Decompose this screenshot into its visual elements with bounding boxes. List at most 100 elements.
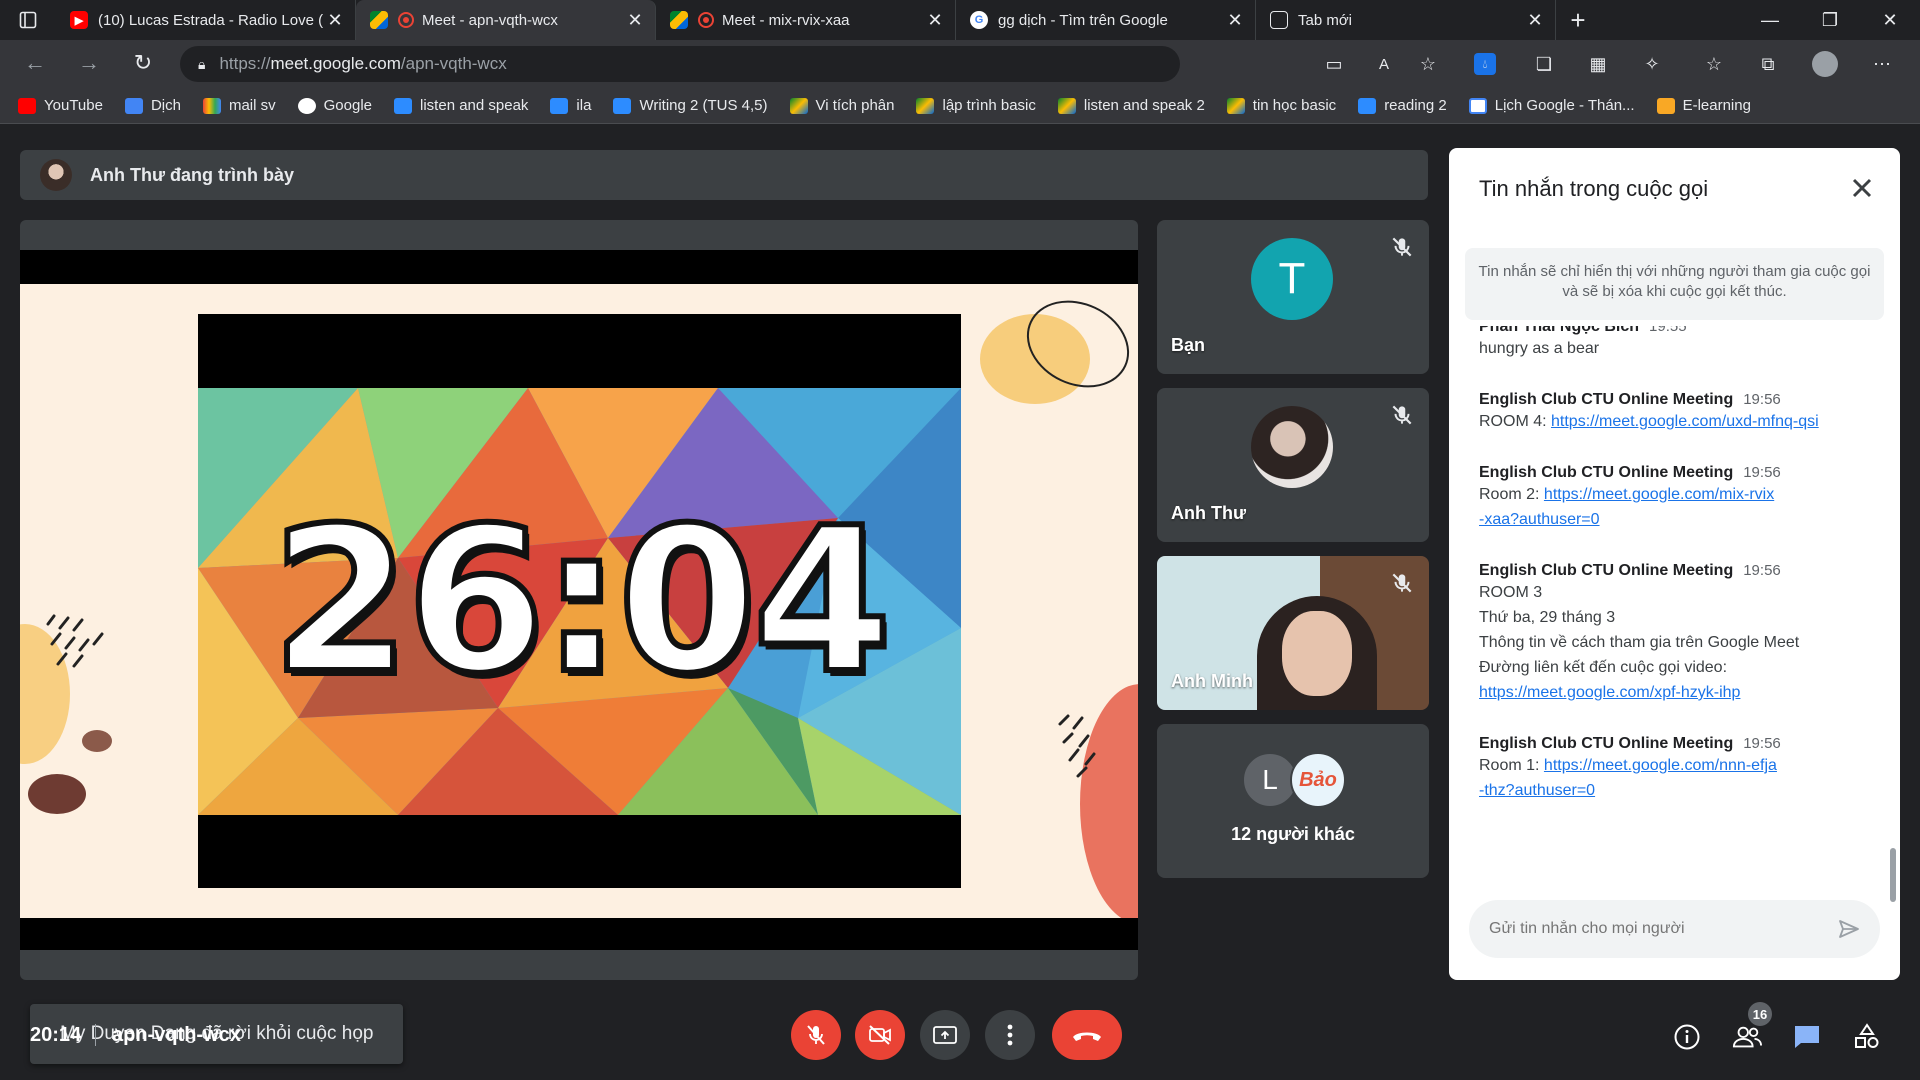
participant-name: Anh Minh: [1171, 671, 1253, 691]
close-tab-icon[interactable]: ✕: [1525, 10, 1545, 31]
extension-table-icon[interactable]: ▦: [1584, 50, 1612, 78]
camera-permission-icon[interactable]: ▭: [1320, 50, 1348, 78]
extension-drop-icon[interactable]: 💧︎: [1474, 53, 1496, 75]
lock-icon[interactable]: 🔒︎: [198, 56, 205, 73]
message-sender: English Club CTU Online Meeting: [1479, 391, 1734, 408]
reload-icon[interactable]: ↻: [116, 50, 170, 76]
new-tab-button[interactable]: +: [1556, 5, 1600, 36]
tab-google-search[interactable]: G gg dịch - Tìm trên Google ✕: [956, 0, 1256, 40]
translate-icon: [124, 97, 143, 114]
mic-off-icon: [1392, 573, 1412, 593]
bookmark-reading-2[interactable]: reading 2: [1358, 97, 1447, 114]
tab-actions-menu-icon[interactable]: [0, 0, 56, 40]
tab-new[interactable]: Tab mới ✕: [1256, 0, 1556, 40]
more-options-button[interactable]: [985, 1010, 1035, 1060]
bookmark-listen-speak[interactable]: listen and speak: [394, 97, 528, 114]
presentation-stage[interactable]: 26:04: [20, 220, 1138, 980]
favorites-icon[interactable]: ☆: [1700, 50, 1728, 78]
participant-tile-anh-minh[interactable]: Anh Minh: [1157, 556, 1429, 710]
tab-meet-mix[interactable]: Meet - mix-rvix-xaa ✕: [656, 0, 956, 40]
bookmark-listen-speak-2[interactable]: listen and speak 2: [1057, 97, 1205, 114]
favorite-star-icon[interactable]: ☆: [1414, 50, 1442, 78]
bookmark-mail-sv[interactable]: mail sv: [202, 97, 276, 114]
toggle-mic-button[interactable]: [791, 1010, 841, 1060]
bookmark-vi-tich-phan[interactable]: Vi tích phân: [789, 97, 895, 114]
others-tile[interactable]: L Bảo 12 người khác: [1157, 724, 1429, 878]
meet-icon: [1226, 97, 1245, 114]
close-tab-icon[interactable]: ✕: [325, 10, 345, 31]
read-aloud-icon[interactable]: A: [1370, 50, 1398, 78]
more-menu-icon[interactable]: ⋯: [1868, 50, 1896, 78]
message-link[interactable]: https://meet.google.com/uxd-mfnq-qsi: [1551, 413, 1819, 430]
close-icon[interactable]: [1846, 172, 1878, 204]
bookmark-e-learning[interactable]: E-learning: [1656, 97, 1751, 114]
url-path: /apn-vqth-wcx: [400, 54, 507, 73]
minimize-icon[interactable]: —: [1740, 0, 1800, 40]
decor-brown-blob: [28, 774, 86, 814]
activities-icon[interactable]: [1852, 1022, 1882, 1052]
zoom-icon: [394, 97, 413, 114]
bookmark-writing-2[interactable]: Writing 2 (TUS 4,5): [613, 97, 768, 114]
google-icon: [297, 97, 316, 114]
participant-tile-you[interactable]: T Bạn: [1157, 220, 1429, 374]
collections-icon[interactable]: ⧉: [1754, 50, 1782, 78]
gmail-icon: [202, 97, 221, 114]
zoom-icon: [613, 97, 632, 114]
bookmark-youtube[interactable]: YouTube: [18, 97, 103, 114]
extension-copy-icon[interactable]: ❏: [1530, 50, 1558, 78]
send-icon[interactable]: [1836, 917, 1862, 941]
participant-tile-anh-thu[interactable]: Anh Thư: [1157, 388, 1429, 542]
meet-icon: [670, 11, 688, 29]
hang-up-icon: [1073, 1032, 1101, 1041]
tab-meet-apn[interactable]: Meet - apn-vqth-wcx ✕: [356, 0, 656, 40]
meet-icon: [370, 11, 388, 29]
present-screen-button[interactable]: [920, 1010, 970, 1060]
chat-input-box[interactable]: [1469, 900, 1880, 958]
close-window-icon[interactable]: ✕: [1860, 0, 1920, 40]
bookmark-google[interactable]: Google: [297, 97, 372, 114]
bookmark-google-calendar[interactable]: Lịch Google - Thán...: [1468, 97, 1635, 114]
forward-icon[interactable]: →: [62, 50, 116, 76]
tab-youtube[interactable]: ▶ (10) Lucas Estrada - Radio Love ( ✕: [56, 0, 356, 40]
chat-icon[interactable]: [1792, 1022, 1822, 1052]
decor-brown-dot: [82, 730, 112, 752]
back-icon[interactable]: ←: [8, 50, 62, 76]
others-avatars: L Bảo: [1242, 752, 1346, 808]
zoom-icon: [1358, 97, 1377, 114]
message-text: hungry as a bear: [1479, 340, 1600, 357]
close-tab-icon[interactable]: ✕: [1225, 10, 1245, 31]
bookmark-ila[interactable]: ila: [550, 97, 591, 114]
chat-info-notice: Tin nhắn sẽ chỉ hiển thị với những người…: [1465, 248, 1884, 320]
participant-avatar: Bảo: [1290, 752, 1346, 808]
bookmark-dich[interactable]: Dịch: [124, 97, 181, 114]
restore-icon[interactable]: ❐: [1800, 0, 1860, 40]
meeting-details-icon[interactable]: [1672, 1022, 1702, 1052]
extensions-icon[interactable]: ✧: [1638, 50, 1666, 78]
url-scheme: https://: [219, 54, 271, 73]
mic-off-icon: [1392, 405, 1412, 425]
close-tab-icon[interactable]: ✕: [625, 10, 645, 31]
url-bar[interactable]: 🔒︎ https://meet.google.com/apn-vqth-wcx: [180, 46, 1180, 82]
bookmark-lap-trinh-basic[interactable]: lập trình basic: [916, 97, 1036, 114]
divider: [95, 1024, 96, 1046]
chat-scrollbar[interactable]: [1890, 848, 1896, 902]
chat-message-input[interactable]: [1489, 920, 1829, 938]
bookmark-label: Vi tích phân: [815, 97, 895, 114]
meet-icon: [789, 97, 808, 114]
people-icon[interactable]: [1732, 1022, 1762, 1052]
participant-avatar: [1251, 406, 1333, 488]
profile-avatar[interactable]: [1812, 51, 1838, 77]
close-tab-icon[interactable]: ✕: [925, 10, 945, 31]
bookmark-label: listen and speak 2: [1083, 97, 1205, 114]
address-toolbar: ← → ↻ 🔒︎ https://meet.google.com/apn-vqt…: [0, 40, 1920, 88]
bookmark-tin-hoc-basic[interactable]: tin học basic: [1226, 97, 1336, 114]
end-call-button[interactable]: [1052, 1010, 1122, 1060]
chat-message: Phan Thái Ngọc Bích 19:55 hungry as a bea…: [1449, 326, 1900, 361]
chat-message: English Club CTU Online Meeting 19:56 Roo…: [1449, 735, 1900, 803]
message-link[interactable]: https://meet.google.com/xpf-hzyk-ihp: [1479, 684, 1740, 701]
bookmark-label: mail sv: [228, 97, 276, 114]
toggle-camera-button[interactable]: [855, 1010, 905, 1060]
bookmark-label: ila: [576, 97, 592, 114]
presenting-banner: Anh Thư đang trình bày: [20, 150, 1428, 200]
chat-messages[interactable]: Phan Thái Ngọc Bích 19:55 hungry as a bea…: [1449, 326, 1900, 886]
